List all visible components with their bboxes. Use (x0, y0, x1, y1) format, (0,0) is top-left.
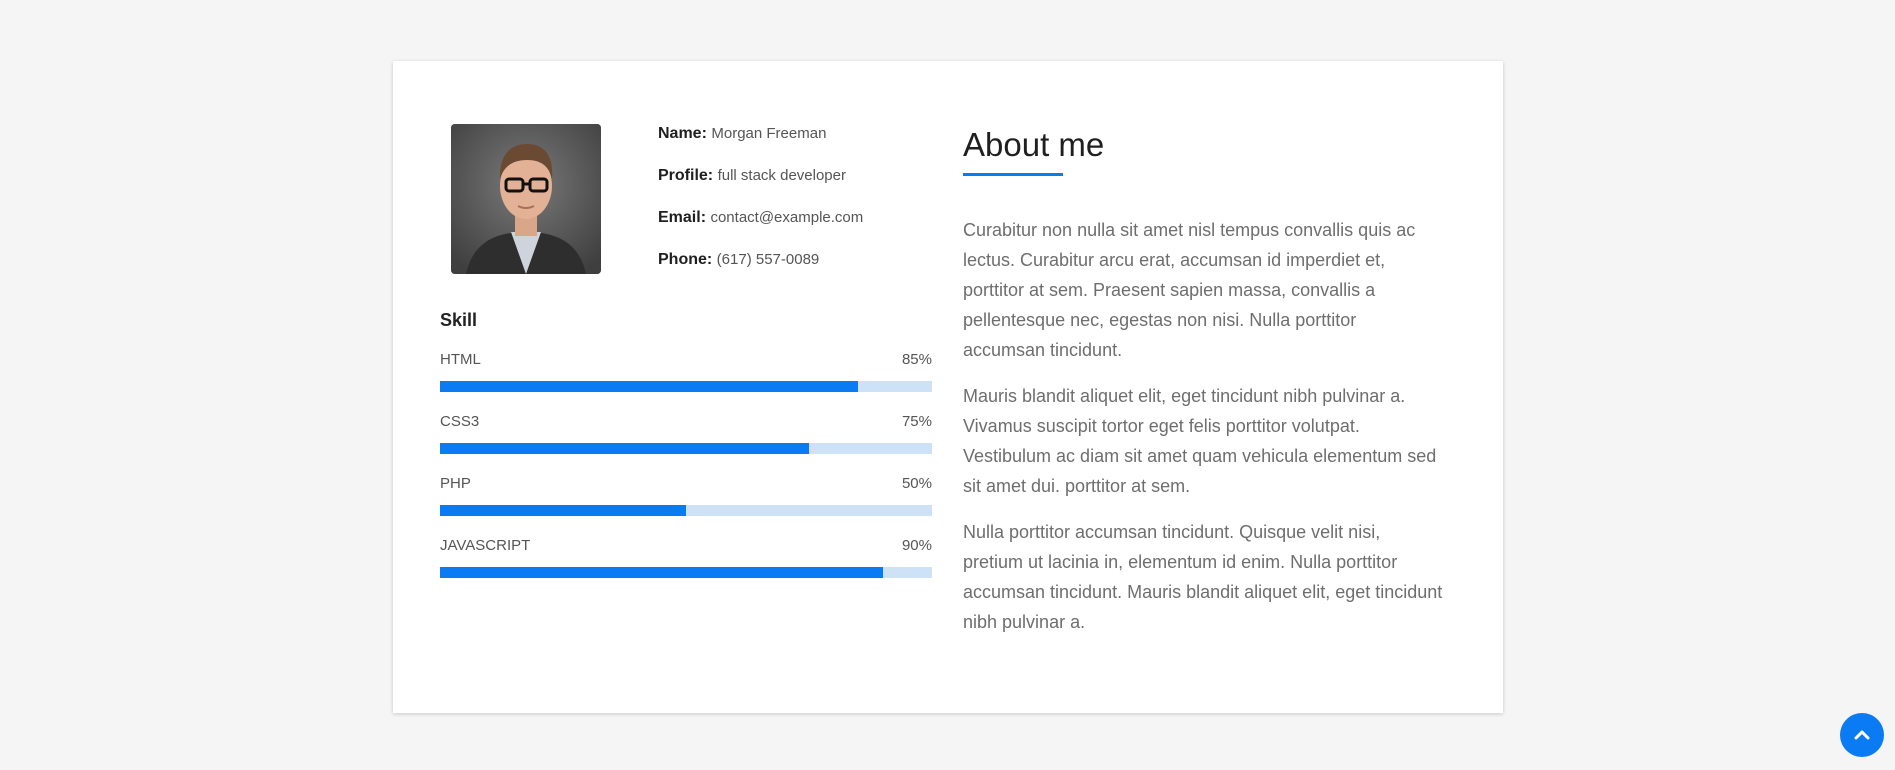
skill-item: HTML 85% (440, 351, 932, 413)
skill-item: PHP 50% (440, 475, 932, 537)
skill-percent: 85% (901, 351, 932, 368)
about-paragraph: Curabitur non nulla sit amet nisl tempus… (963, 219, 1416, 360)
skill-progress-bar (440, 443, 932, 454)
email-value: contact@example.com (710, 209, 864, 226)
skill-name: JAVASCRIPT (440, 537, 531, 554)
email-label: Email: (658, 209, 707, 226)
name-label: Name: (658, 125, 707, 142)
name-row: Name: Morgan Freeman (658, 125, 938, 167)
back-to-top-button[interactable] (1840, 713, 1884, 757)
skill-percent: 75% (901, 413, 932, 430)
skill-name: CSS3 (440, 413, 480, 430)
about-section: About me Curabitur non nulla sit amet ni… (963, 124, 1443, 637)
profile-info: Name: Morgan Freeman Profile: full stack… (658, 125, 938, 293)
skill-progress-bar (440, 505, 932, 516)
profile-row: Profile: full stack developer (658, 167, 938, 209)
skill-progress-fill (440, 567, 883, 578)
about-paragraph: Nulla porttitor accumsan tincidunt. Quis… (963, 521, 1443, 632)
title-underline (963, 172, 1063, 176)
phone-label: Phone: (658, 251, 713, 268)
email-row: Email: contact@example.com (658, 209, 938, 251)
profile-photo (451, 124, 601, 274)
skill-progress-fill (440, 505, 686, 516)
skill-item: CSS3 75% (440, 413, 932, 475)
phone-value: (617) 557-0089 (716, 251, 820, 268)
phone-row: Phone: (617) 557-0089 (658, 251, 938, 293)
skill-percent: 90% (901, 537, 932, 554)
skill-progress-bar (440, 567, 932, 578)
skill-name: PHP (440, 475, 471, 492)
about-paragraph: Mauris blandit aliquet elit, eget tincid… (963, 385, 1437, 496)
skill-item: JAVASCRIPT 90% (440, 537, 932, 599)
chevron-up-icon (1854, 730, 1870, 740)
skills-title: Skill (440, 310, 478, 330)
person-photo-icon (451, 124, 601, 274)
about-card: Name: Morgan Freeman Profile: full stack… (393, 61, 1503, 713)
about-title: About me (963, 126, 1105, 163)
profile-value: full stack developer (717, 167, 846, 184)
skill-progress-fill (440, 381, 859, 392)
name-value: Morgan Freeman (711, 125, 827, 142)
profile-label: Profile: (658, 167, 714, 184)
skill-progress-bar (440, 381, 932, 392)
skill-progress-fill (440, 443, 809, 454)
skills-list: HTML 85% CSS3 75% PHP 50% JAVASCRIPT 90% (440, 351, 932, 599)
skill-percent: 50% (901, 475, 932, 492)
skill-name: HTML (440, 351, 481, 368)
